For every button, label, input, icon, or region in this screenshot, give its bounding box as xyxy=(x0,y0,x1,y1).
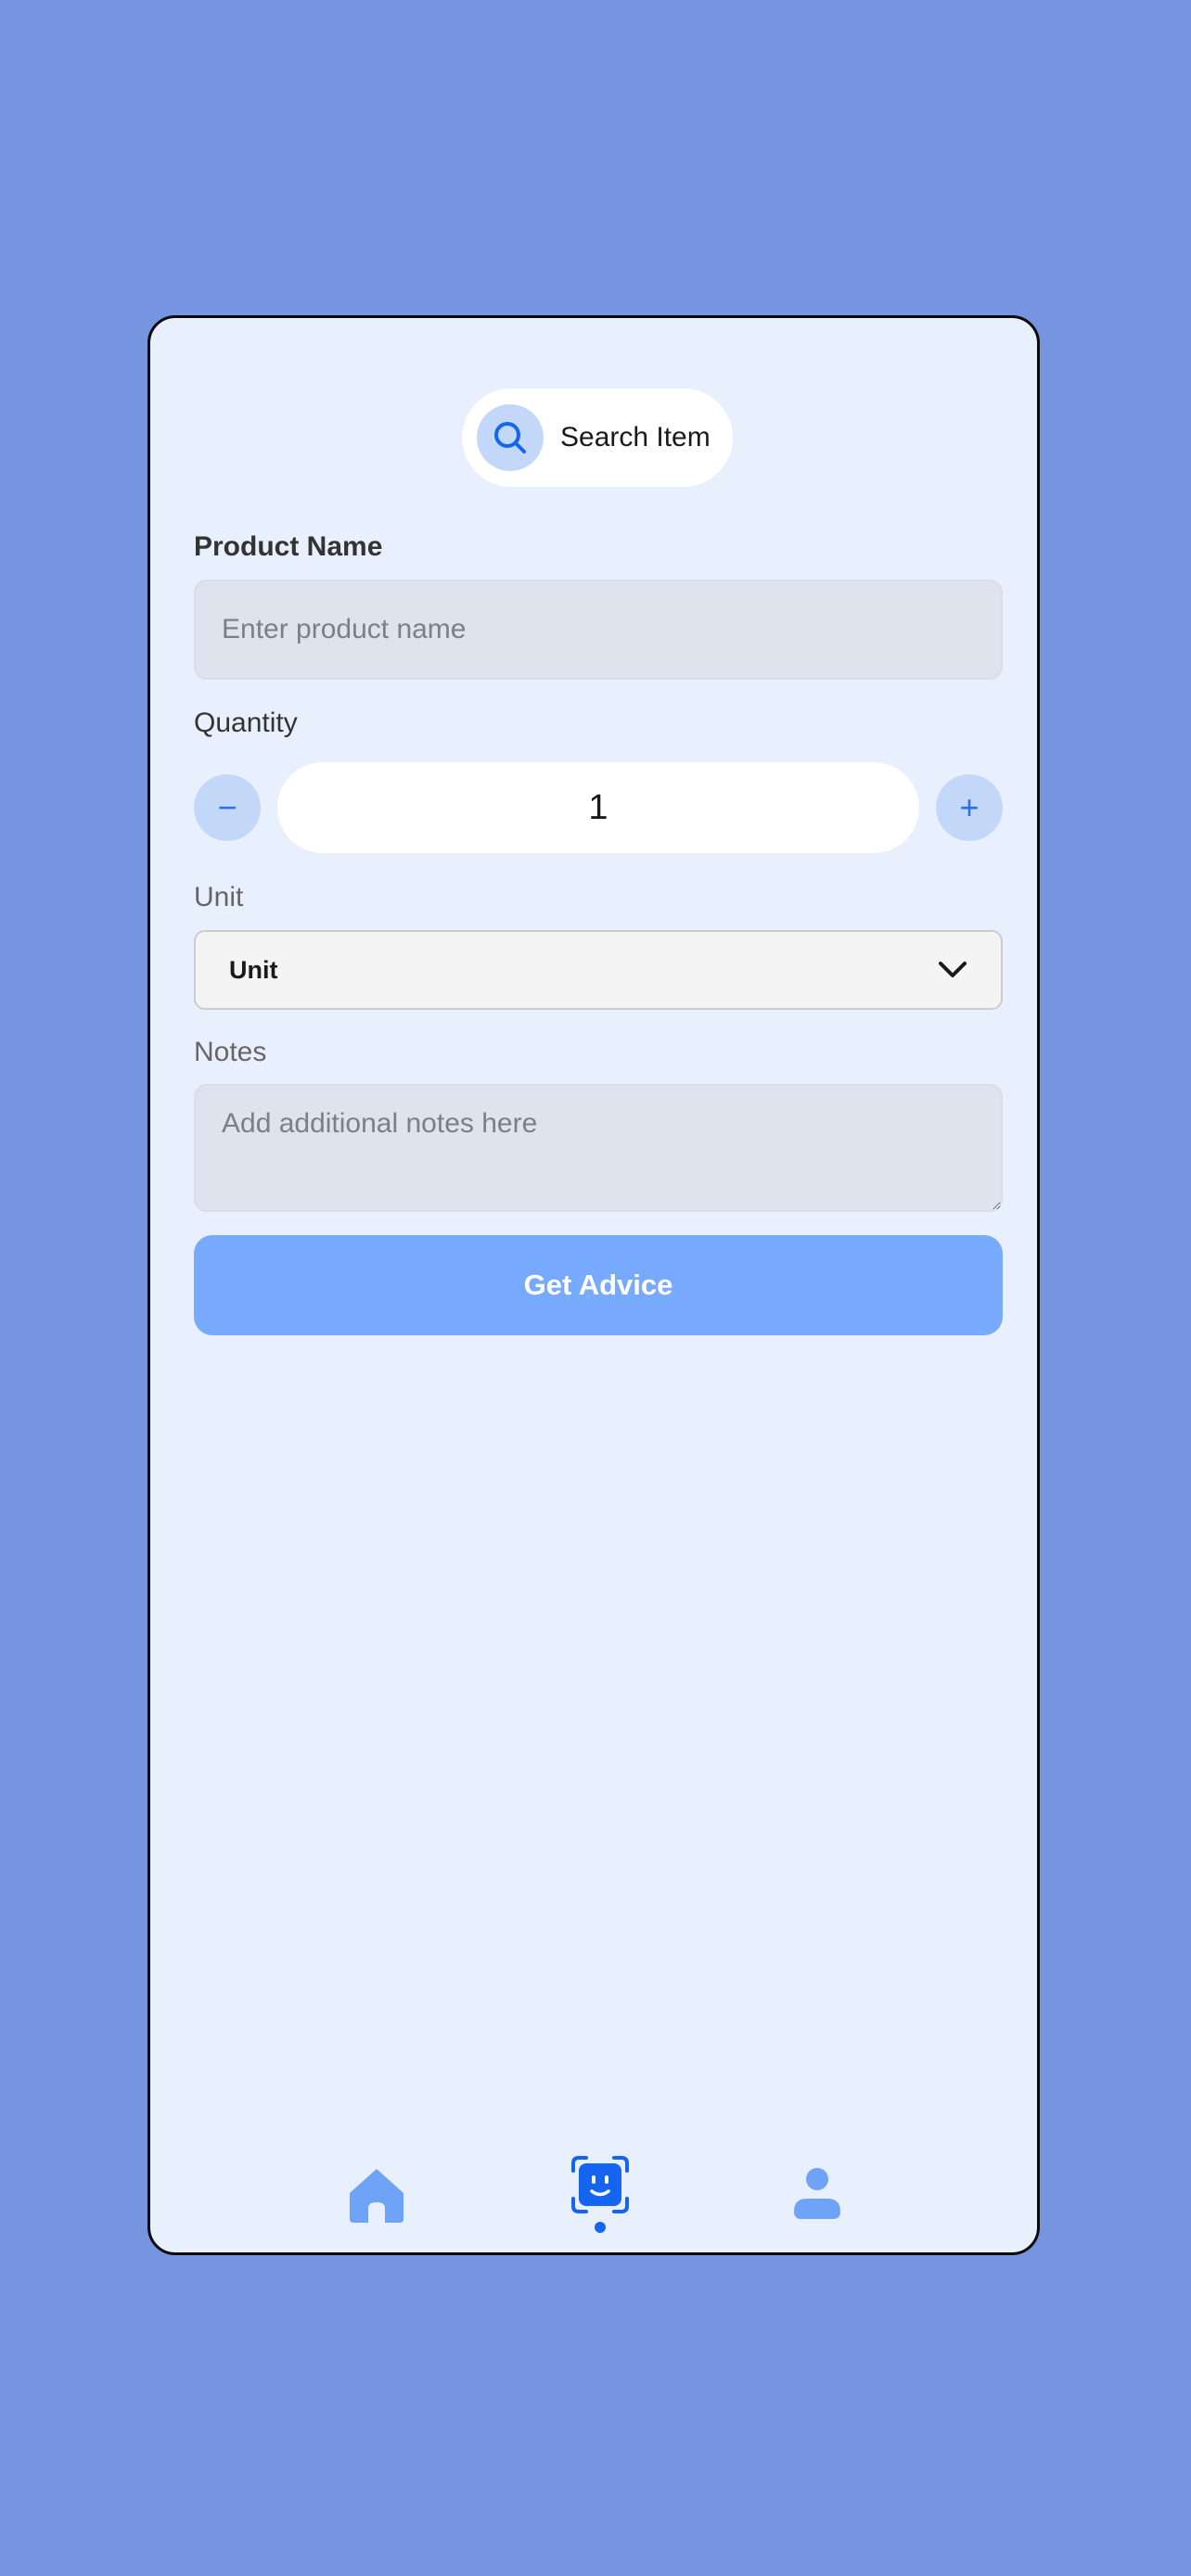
unit-label: Unit xyxy=(194,882,244,912)
decrement-button[interactable]: − xyxy=(194,774,261,841)
quantity-label: Quantity xyxy=(194,708,298,738)
quantity-value[interactable]: 1 xyxy=(277,762,919,853)
search-item-label: Search Item xyxy=(560,422,711,453)
unit-select[interactable]: Unit xyxy=(194,930,1003,1010)
nav-profile[interactable] xyxy=(787,2163,848,2225)
face-scan-icon xyxy=(571,2156,629,2213)
product-name-label: Product Name xyxy=(194,531,383,562)
notes-textarea[interactable] xyxy=(194,1084,1003,1212)
search-item-button[interactable]: Search Item xyxy=(462,389,733,487)
plus-icon: + xyxy=(959,788,980,826)
product-name-input[interactable] xyxy=(194,580,1003,680)
nav-scan[interactable] xyxy=(570,2154,631,2215)
chevron-down-icon xyxy=(939,962,967,977)
user-icon xyxy=(794,2168,840,2219)
unit-selected-value: Unit xyxy=(229,955,278,984)
notes-label: Notes xyxy=(194,1037,267,1067)
increment-button[interactable]: + xyxy=(936,774,1003,841)
search-icon xyxy=(477,404,544,471)
nav-home[interactable] xyxy=(346,2163,407,2225)
get-advice-button[interactable]: Get Advice xyxy=(194,1235,1003,1335)
minus-icon: − xyxy=(217,788,237,826)
home-icon xyxy=(350,2169,403,2223)
active-nav-indicator xyxy=(595,2222,606,2233)
app-screen: Search Item Product Name Quantity − 1 + … xyxy=(147,315,1040,2255)
